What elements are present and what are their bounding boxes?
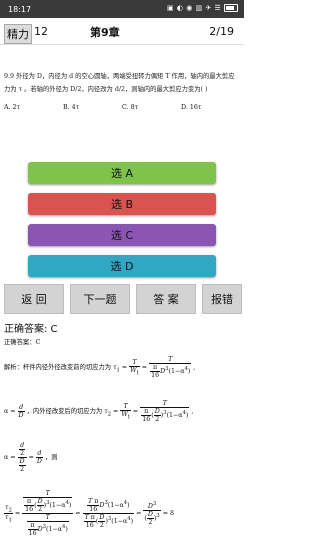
- answer-a-button[interactable]: 选 A: [28, 162, 216, 184]
- option-d: D. 16τ: [181, 104, 202, 111]
- status-indicator-icons: ▣ ◐ ◉ ▥ ✈ ☰: [167, 4, 222, 12]
- next-question-button[interactable]: 下一题: [70, 284, 130, 314]
- analysis-intro: 解析：杆件内径外径改变前的切应力为: [4, 364, 112, 371]
- status-icons: ▣ ◐ ◉ ▥ ✈ ☰: [167, 4, 238, 12]
- option-c: C. 8τ: [122, 104, 139, 111]
- option-a: A. 2τ: [4, 104, 21, 111]
- back-button[interactable]: 返 回: [4, 284, 64, 314]
- header: 精力 12 第9章 2/19: [0, 18, 244, 45]
- answer-c-button[interactable]: 选 C: [28, 224, 216, 246]
- analysis-line-2: α = dD ，内外径改变后的切应力为 τ2 = T Wt = Tπ 16(D 2)3…: [4, 400, 194, 423]
- alpha-label: α =: [4, 408, 16, 415]
- subject-label[interactable]: 精力: [4, 24, 32, 44]
- nav-row: 返 回 下一题 答 案 报错: [0, 284, 244, 314]
- report-error-button[interactable]: 报错: [202, 284, 242, 314]
- analysis: 解析：杆件内径外径改变前的切应力为 τ1 = T Wt = Tπ 16 D3(1−α4…: [4, 350, 240, 537]
- chapter-title: 第9章: [90, 26, 120, 39]
- analysis-line-3: α = d2D2 = dD ，则: [4, 442, 58, 473]
- show-answer-button[interactable]: 答 案: [136, 284, 196, 314]
- analysis-line-1: 解析：杆件内径外径改变前的切应力为 τ1 = T Wt = Tπ 16 D3(1−α4…: [4, 356, 196, 379]
- analysis-line-4: τ2 τ1 = Tπ 16(D 2)3(1−α4) Tπ 16 D3(1−α4) = T π…: [4, 490, 174, 537]
- correct-answer-small: 正确答案：C: [4, 339, 41, 346]
- answer-b-button[interactable]: 选 B: [28, 193, 216, 215]
- status-time: 18:17: [8, 5, 32, 14]
- answer-d-button[interactable]: 选 D: [28, 255, 216, 277]
- analysis-line-2-text: ，内外径改变后的切应力为: [26, 408, 103, 415]
- correct-answer-label: 正确答案: C: [4, 324, 58, 335]
- question-options: A. 2τ B. 4τ C. 8τ D. 16τ: [4, 104, 240, 111]
- analysis-line-3-text: ，则: [44, 454, 58, 461]
- option-b: B. 4τ: [63, 104, 80, 111]
- chapter-number: 12: [34, 25, 48, 38]
- battery-icon: [224, 4, 238, 12]
- status-bar: 18:17 ▣ ◐ ◉ ▥ ✈ ☰: [0, 0, 244, 18]
- question-text: 9.9 外径为 D，内径为 d 的空心圆轴，两端受扭转力偶矩 T 作用，轴内的最…: [4, 73, 235, 93]
- page-counter: 2/19: [209, 25, 234, 38]
